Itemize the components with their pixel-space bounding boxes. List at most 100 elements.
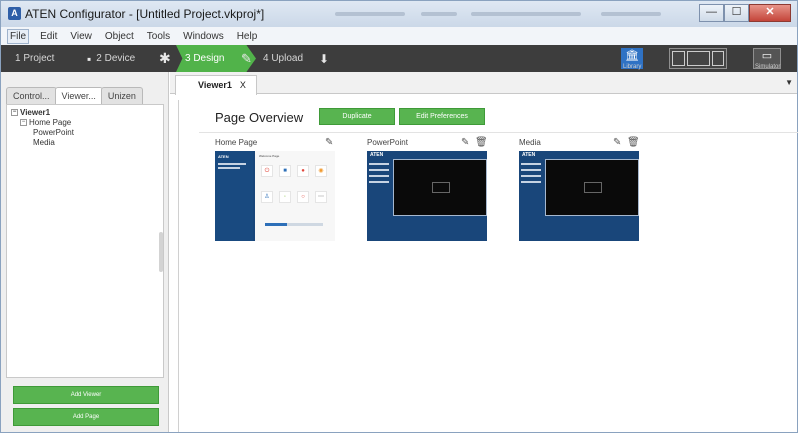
page-thumbnail[interactable]: ATEN Welcome Page ⏻ ■ ● ◉ ♙ ◦ ○ ⋯ [215,151,335,241]
app-window: A ATEN Configurator - [Untitled Project.… [0,0,798,433]
title-bar: A ATEN Configurator - [Untitled Project.… [1,1,797,27]
device-icon: ▪ [87,51,92,66]
tree-item-media[interactable]: Media [11,138,159,148]
pencil-icon: ✎ [241,50,252,66]
library-label: Library [623,64,642,70]
menu-object[interactable]: Object [103,30,136,43]
page-card-name: Media [519,138,541,147]
upload-icon: ⬇ [319,51,330,66]
thumbnail-text-line [218,167,240,169]
mute-icon: ○ [297,191,309,203]
volume-slider [265,223,323,226]
blurred-title-detail [421,12,457,16]
thumbnail-logo: ATEN [370,152,384,158]
thumbnail-panel: Welcome Page ⏻ ■ ● ◉ ♙ ◦ ○ ⋯ [255,151,335,241]
menu-help[interactable]: Help [235,30,260,43]
menu-windows[interactable]: Windows [181,30,226,43]
record-icon: ● [297,165,309,177]
edit-page-icon[interactable]: ✎ [325,137,333,148]
blurred-title-detail [601,12,661,16]
layout-toggle-button[interactable] [669,48,727,69]
minimize-button[interactable]: — [699,4,724,22]
tree-item-viewer1[interactable]: − Viewer1 [11,108,159,118]
tab-viewer[interactable]: Viewer... [54,87,103,105]
simulator-label: Simulator [755,64,781,70]
tools-cross-icon: ✱ [159,50,171,66]
delete-page-icon[interactable]: 🗑 [475,137,488,148]
tree-item-powerpoint[interactable]: PowerPoint [11,128,159,138]
main-area: Viewer1 X ▼ Page Overview Duplicate Edit … [170,72,798,432]
tree-item-label: Viewer1 [20,108,51,117]
edit-page-icon[interactable]: ✎ [461,137,469,148]
step-project[interactable]: 1 Project [15,45,54,72]
page-card-name: PowerPoint [367,138,408,147]
tree-item-home-page[interactable]: − Home Page [11,118,159,128]
video-placeholder-icon [432,182,450,193]
add-viewer-button[interactable]: Add Viewer [13,386,159,404]
duplicate-button[interactable]: Duplicate [319,108,395,125]
light-icon: ◉ [315,165,327,177]
media-icon: ■ [279,165,291,177]
thumbnail-sidebar [521,163,541,241]
tree-item-label: Media [33,138,55,147]
video-area [393,159,487,216]
menu-edit[interactable]: Edit [38,30,59,43]
collapse-icon[interactable]: − [20,119,27,127]
layout-pane-icon [686,51,710,66]
menu-tools[interactable]: Tools [145,30,172,43]
step-device[interactable]: ▪ 2 Device [87,45,135,72]
thumbnail-sidebar: ATEN [215,151,253,241]
monitor-icon: ▭ [761,50,773,62]
close-tab-icon[interactable]: X [240,80,246,90]
tab-viewer1-label: Viewer1 [198,80,232,90]
thumbnail-logo: ATEN [522,152,536,158]
thumbnail-logo: ATEN [218,154,229,159]
edit-preferences-button[interactable]: Edit Preferences [399,108,485,125]
left-panel-tabs: Control... Viewer... Unizen [6,87,143,105]
window-title: ATEN Configurator - [Untitled Project.vk… [25,7,265,21]
settings-icon: ⋯ [315,191,327,203]
video-area [545,159,639,216]
blurred-title-detail [335,12,405,16]
tree-item-label: Home Page [29,118,72,127]
menu-view[interactable]: View [68,30,94,43]
tab-controller[interactable]: Control... [6,87,57,105]
library-icon: 🏛 [625,50,639,62]
left-panel: Control... Viewer... Unizen − Viewer1 − Ho… [1,72,169,432]
document-tab-strip: Viewer1 X ▼ [170,72,797,95]
aten-app-icon: A [8,7,21,20]
tree-item-label: PowerPoint [33,128,74,137]
page-card-name: Home Page [215,138,258,147]
window-controls: — ☐ ✕ [699,4,791,22]
thumbnail-text-line [218,163,246,165]
workflow-bar: 1 Project ▪ 2 Device ✱ 3 Design ✎ 4 Uplo… [1,45,797,72]
maximize-button[interactable]: ☐ [724,4,749,22]
video-placeholder-icon [584,182,602,193]
step-design[interactable]: 3 Design [185,45,224,72]
step-upload[interactable]: 4 Upload [263,45,303,72]
blurred-title-detail [471,12,581,16]
delete-page-icon[interactable]: 🗑 [627,137,640,148]
page-overview-panel: Page Overview Duplicate Edit Preferences… [178,100,798,432]
menu-file[interactable]: File [7,28,30,44]
layout-pane-icon [672,51,685,66]
collapse-icon[interactable]: − [11,109,18,117]
thumbnail-panel-title: Welcome Page [259,154,280,158]
step-device-label: 2 Device [96,53,136,64]
add-page-button[interactable]: Add Page [13,408,159,426]
power-icon: ⏻ [261,165,273,177]
screen-icon: ◦ [279,191,291,203]
page-tree: − Viewer1 − Home Page PowerPoint Media [6,104,164,378]
tab-viewer1[interactable]: Viewer1 X [175,75,257,95]
tab-unizen[interactable]: Unizen [100,87,143,105]
step-design-label: 3 Design [185,53,225,64]
page-thumbnail[interactable]: ATEN [519,151,639,241]
page-thumbnail[interactable]: ATEN [367,151,487,241]
tab-dropdown-icon[interactable]: ▼ [785,78,793,87]
close-button[interactable]: ✕ [749,4,791,22]
panel-splitter-handle[interactable] [159,232,163,272]
layout-pane-icon [711,51,724,66]
edit-page-icon[interactable]: ✎ [613,137,621,148]
menu-bar: File Edit View Object Tools Windows Help [1,27,797,45]
page-overview-title: Page Overview [215,110,304,125]
